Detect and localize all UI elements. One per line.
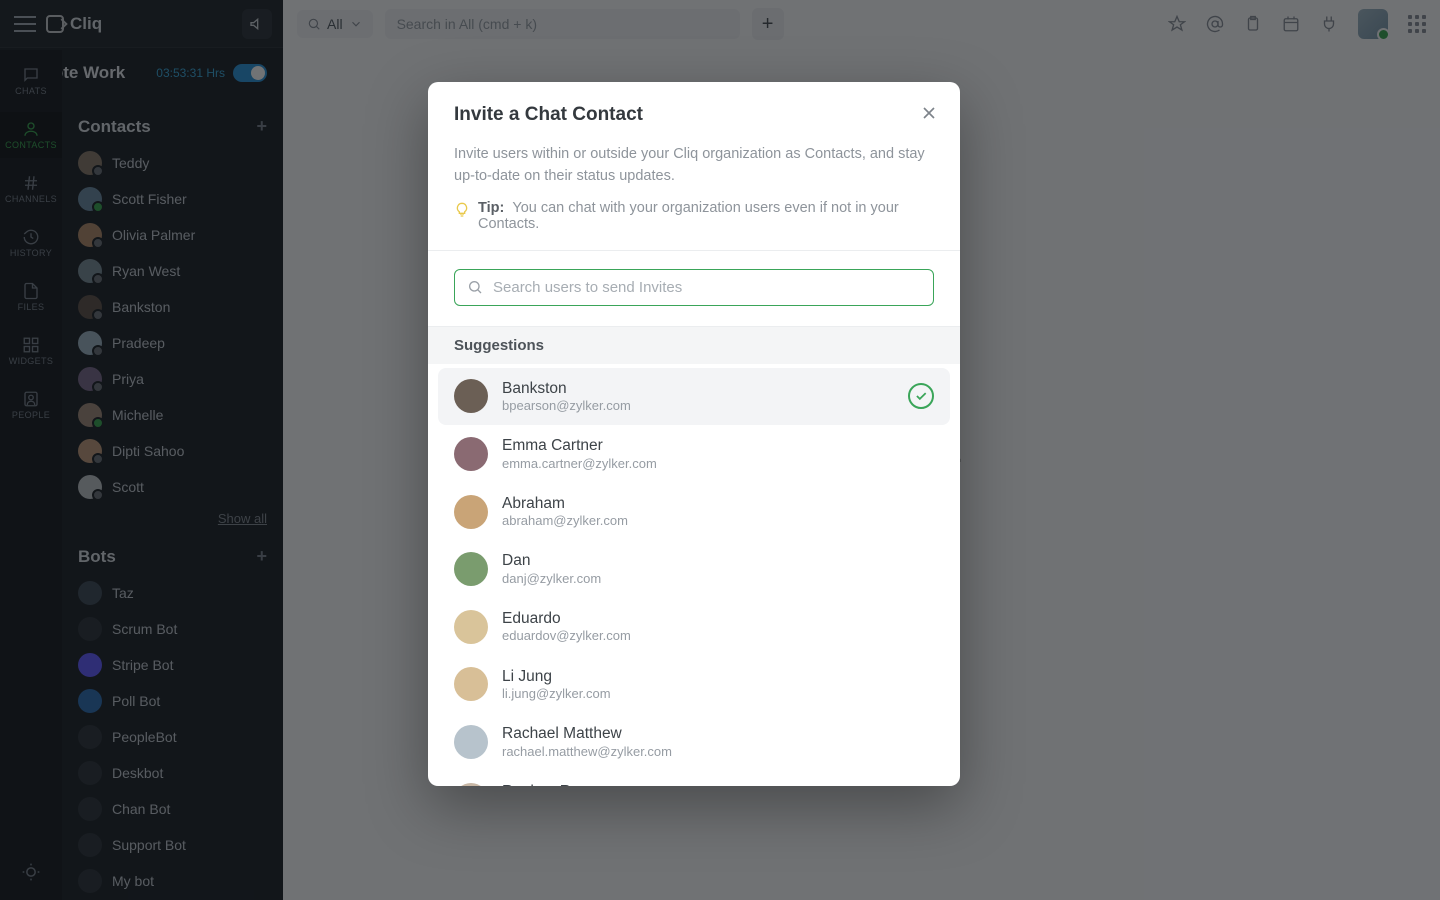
suggestion-row[interactable]: Emma Cartner emma.cartner@zylker.com [438,425,950,483]
modal-description: Invite users within or outside your Cliq… [428,144,960,200]
avatar [454,437,488,471]
invite-contact-modal: Invite a Chat Contact Invite users withi… [428,82,960,786]
suggestion-row[interactable]: Abraham abraham@zylker.com [438,483,950,541]
suggestion-row[interactable]: Dan danj@zylker.com [438,540,950,598]
invite-search-input[interactable] [493,279,921,296]
suggestion-row[interactable]: Li Jung li.jung@zylker.com [438,656,950,714]
suggestion-row[interactable]: Raghav Rao raghav.rao@zylker.com [438,771,950,786]
suggestion-email: bpearson@zylker.com [502,398,894,414]
invite-search-field[interactable] [454,269,934,306]
suggestion-row[interactable]: Rachael Matthew rachael.matthew@zylker.c… [438,713,950,771]
suggestion-row[interactable]: Bankston bpearson@zylker.com [438,368,950,426]
suggestion-email: eduardov@zylker.com [502,628,934,644]
suggestions-list: Bankston bpearson@zylker.com Emma Cartne… [428,364,960,787]
suggestion-name: Dan [502,551,934,570]
bulb-icon [454,202,470,218]
avatar [454,610,488,644]
close-icon [919,103,939,123]
avatar [454,783,488,786]
suggestion-name: Rachael Matthew [502,724,934,743]
suggestion-name: Emma Cartner [502,436,934,455]
suggestion-email: danj@zylker.com [502,571,934,587]
suggestion-name: Abraham [502,494,934,513]
avatar [454,725,488,759]
suggestion-name: Bankston [502,379,894,398]
suggestion-name: Eduardo [502,609,934,628]
selected-check-icon [908,383,934,409]
suggestion-email: emma.cartner@zylker.com [502,456,934,472]
tip-text: You can chat with your organization user… [478,200,899,232]
suggestion-email: abraham@zylker.com [502,513,934,529]
avatar [454,667,488,701]
search-icon [467,279,483,295]
modal-title: Invite a Chat Contact [454,104,934,126]
suggestion-name: Li Jung [502,667,934,686]
modal-tip: Tip: You can chat with your organization… [428,200,960,250]
suggestions-header: Suggestions [428,327,960,364]
avatar [454,495,488,529]
tip-label: Tip: [478,200,504,216]
suggestion-row[interactable]: Eduardo eduardov@zylker.com [438,598,950,656]
avatar [454,552,488,586]
suggestion-email: li.jung@zylker.com [502,686,934,702]
suggestion-name: Raghav Rao [502,782,934,786]
modal-close-button[interactable] [916,100,942,126]
suggestion-email: rachael.matthew@zylker.com [502,744,934,760]
avatar [454,379,488,413]
